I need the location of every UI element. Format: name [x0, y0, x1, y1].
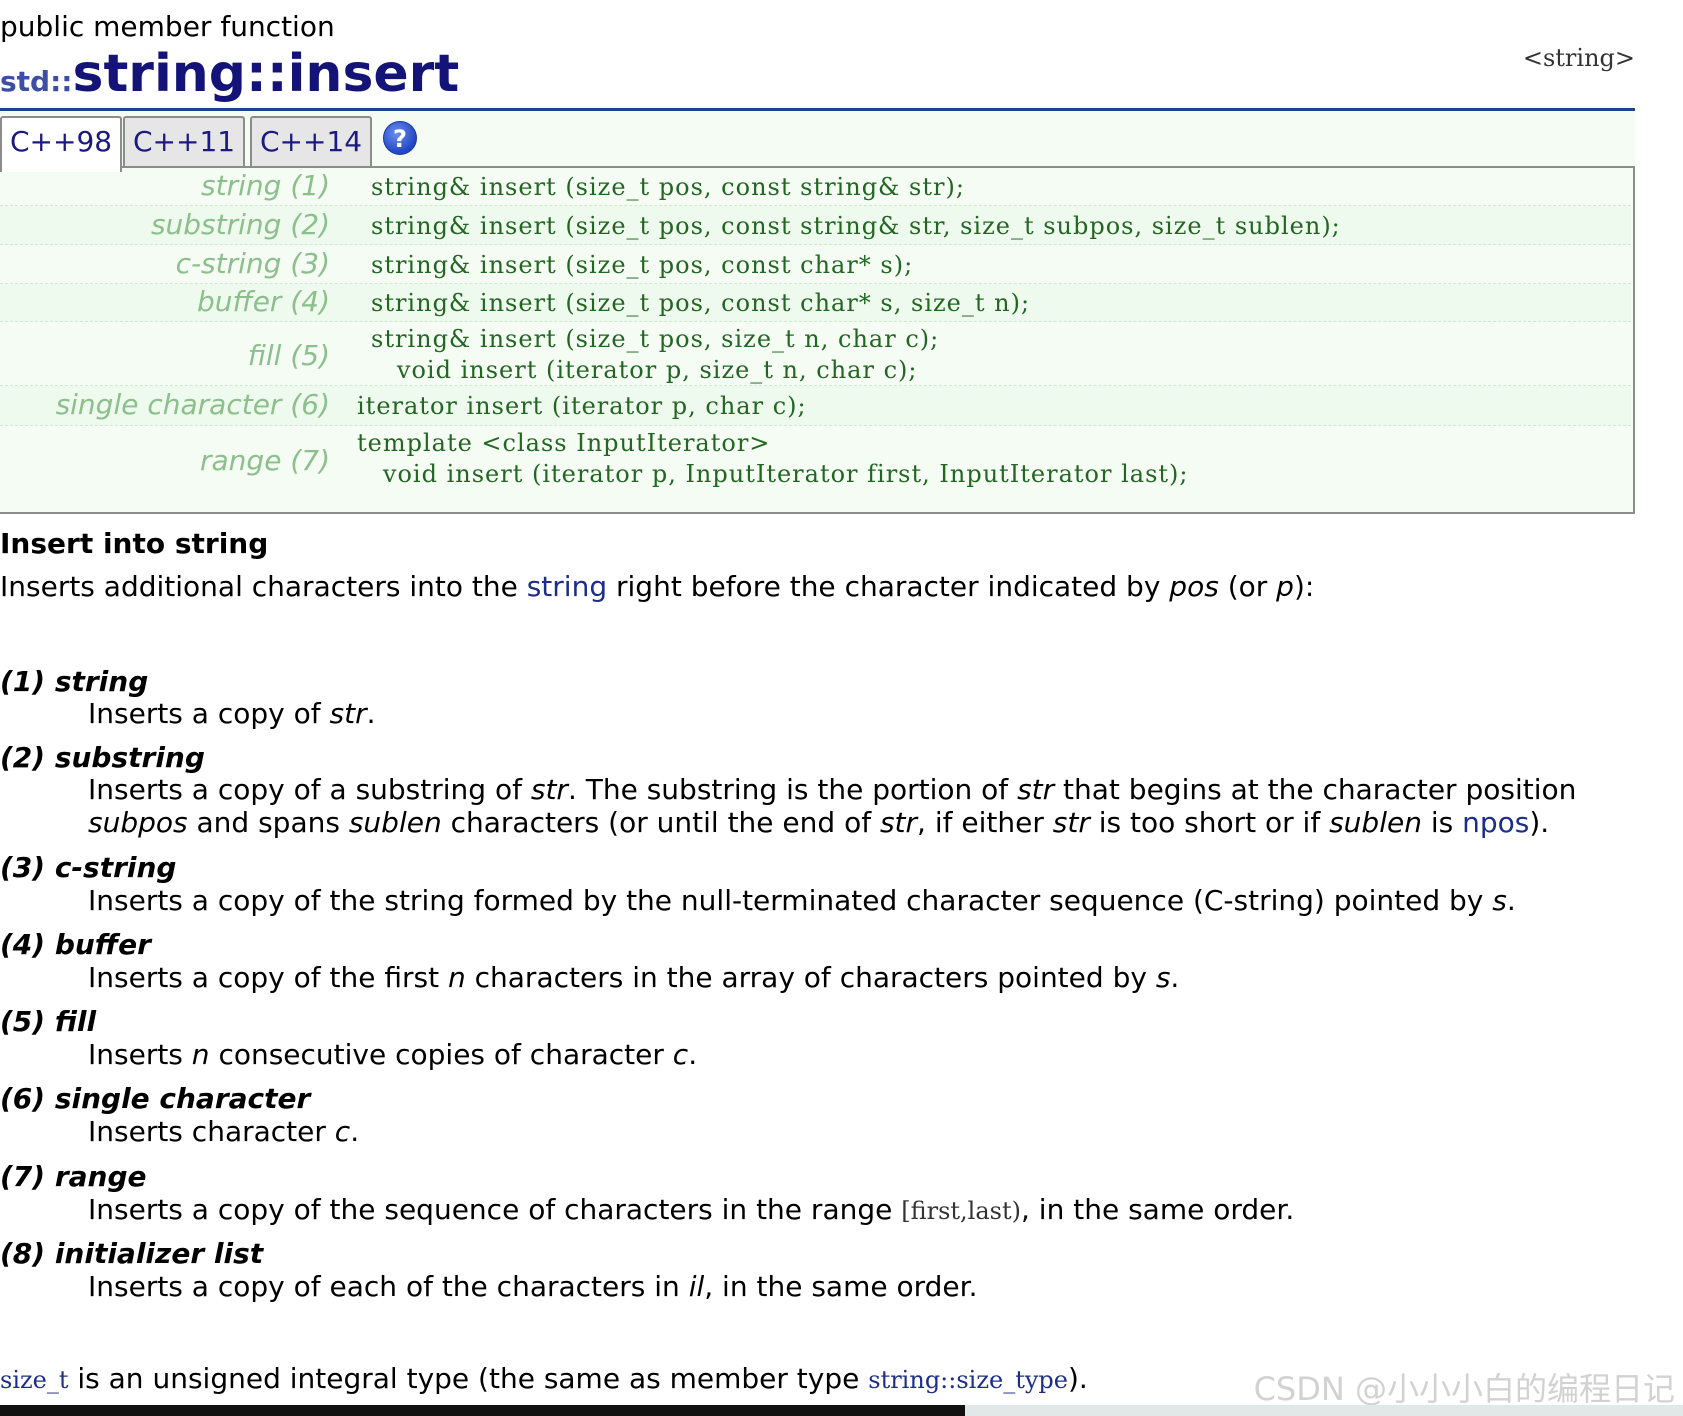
declaration-label: fill (5): [247, 339, 330, 372]
param-description: subpos and spans sublen characters (or u…: [88, 806, 1550, 839]
param-term: (3) c-string: [0, 851, 177, 884]
declaration-label: substring (2): [150, 208, 330, 241]
param-description: Inserts a copy of the sequence of charac…: [88, 1193, 1295, 1226]
declaration-label: single character (6): [55, 388, 330, 421]
scrollbar-track-end: [965, 1405, 1683, 1416]
declaration-code: string& insert (size_t pos, const string…: [371, 212, 1341, 240]
tab-cpp98[interactable]: C++98: [0, 116, 123, 172]
declaration-code: string& insert (size_t pos, const char* …: [371, 289, 1031, 317]
declaration-code: void insert (iterator p, InputIterator f…: [357, 460, 1189, 488]
declaration-code: string& insert (size_t pos, const string…: [371, 173, 965, 201]
intro-text: ):: [1293, 570, 1315, 603]
declaration-code: template <class InputIterator>: [357, 429, 771, 457]
declarations-table: string (1) string& insert (size_t pos, c…: [0, 166, 1635, 514]
description-intro: Inserts additional characters into the s…: [0, 570, 1314, 603]
size-type-link[interactable]: string::size_type: [868, 1366, 1068, 1394]
scrollbar-track[interactable]: [0, 1405, 965, 1416]
declaration-row: substring (2) string& insert (size_t pos…: [0, 206, 1631, 245]
intro-text: right before the character indicated by: [607, 570, 1170, 603]
declaration-code: string& insert (size_t pos, const char* …: [371, 251, 914, 279]
declaration-row: fill (5) string& insert (size_t pos, siz…: [0, 322, 1631, 386]
function-name: string::insert: [72, 44, 460, 104]
namespace-prefix: std::: [0, 65, 73, 98]
declaration-label: string (1): [201, 169, 330, 202]
npos-link[interactable]: npos: [1462, 806, 1529, 839]
param-description: Inserts a copy of the string formed by t…: [88, 884, 1516, 917]
standard-tabs: C++98 C++11 C++14 ?: [0, 111, 1635, 172]
param-description: Inserts character c.: [88, 1115, 360, 1148]
param-description: Inserts a copy of str.: [88, 697, 376, 730]
declaration-label: range (7): [200, 444, 330, 477]
param-description: Inserts a copy of a substring of str. Th…: [88, 773, 1577, 806]
param-term: (8) initializer list: [0, 1237, 264, 1270]
size-t-note: size_t is an unsigned integral type (the…: [0, 1362, 1088, 1395]
size-t-link[interactable]: size_t: [0, 1366, 68, 1394]
page-title: std::string::insert: [0, 44, 459, 104]
param-ref: pos: [1169, 570, 1219, 603]
declaration-row: single character (6) iterator insert (it…: [0, 386, 1631, 426]
declaration-code: void insert (iterator p, size_t n, char …: [371, 356, 918, 384]
declaration-label: buffer (4): [196, 285, 330, 318]
declaration-row: string (1) string& insert (size_t pos, c…: [0, 168, 1631, 206]
param-term: (5) fill: [0, 1005, 97, 1038]
tab-cpp14[interactable]: C++14: [250, 116, 373, 169]
param-term: (1) string: [0, 665, 149, 698]
declaration-row: range (7) template <class InputIterator>…: [0, 426, 1631, 514]
param-term: (4) buffer: [0, 928, 151, 961]
intro-text: Inserts additional characters into the: [0, 570, 527, 603]
param-description: Inserts a copy of the first n characters…: [88, 961, 1180, 994]
section-heading: Insert into string: [0, 527, 269, 560]
declaration-row: buffer (4) string& insert (size_t pos, c…: [0, 284, 1631, 322]
member-kind-label: public member function: [0, 10, 335, 43]
param-ref: p: [1276, 570, 1294, 603]
help-icon[interactable]: ?: [383, 121, 417, 155]
param-term: (2) substring: [0, 741, 205, 774]
intro-text: (or: [1218, 570, 1277, 603]
declaration-code: string& insert (size_t pos, size_t n, ch…: [371, 325, 940, 353]
tab-cpp11[interactable]: C++11: [123, 116, 246, 169]
declaration-code: iterator insert (iterator p, char c);: [357, 392, 807, 420]
declaration-label: c-string (3): [175, 247, 330, 280]
param-term: (6) single character: [0, 1082, 311, 1115]
param-description: Inserts a copy of each of the characters…: [88, 1270, 978, 1303]
param-description: Inserts n consecutive copies of characte…: [88, 1038, 698, 1071]
declaration-row: c-string (3) string& insert (size_t pos,…: [0, 245, 1631, 284]
string-link[interactable]: string: [527, 570, 607, 603]
header-file-link[interactable]: <string>: [1523, 44, 1635, 72]
watermark: CSDN @小小小白的编程日记: [1253, 1370, 1675, 1408]
param-term: (7) range: [0, 1160, 147, 1193]
